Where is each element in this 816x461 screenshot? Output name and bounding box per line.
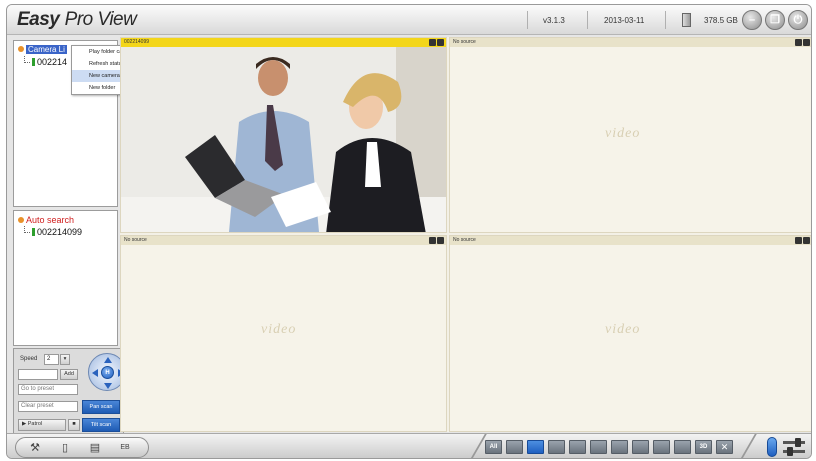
- layout-4-button[interactable]: [527, 440, 544, 454]
- record-icon[interactable]: [795, 237, 802, 244]
- patrol-stop-button[interactable]: ■: [68, 419, 80, 431]
- video-cell-header: No source: [450, 236, 811, 245]
- fullscreen-icon[interactable]: ✕: [716, 440, 733, 454]
- layout-selector: All 3D ✕: [485, 437, 739, 458]
- close-icon[interactable]: [803, 237, 810, 244]
- audio-icon[interactable]: [767, 437, 777, 457]
- camera-list-label[interactable]: Camera Li: [26, 45, 67, 54]
- version-text: v3.1.3: [543, 16, 565, 25]
- close-icon[interactable]: [437, 39, 444, 46]
- video-cell-header: No source: [121, 236, 446, 245]
- playback-icon[interactable]: ▤: [84, 441, 106, 455]
- video-watermark: video: [605, 322, 641, 337]
- layout-16-button[interactable]: [653, 440, 670, 454]
- video-watermark: video: [605, 126, 641, 141]
- separator: [587, 11, 588, 29]
- restore-button[interactable]: ❐: [765, 10, 785, 30]
- video-cell-title: No source: [453, 237, 476, 243]
- patrol-button[interactable]: ▶ Patrol: [18, 419, 66, 431]
- volume-slider-track[interactable]: [783, 441, 805, 444]
- separator: [527, 11, 528, 29]
- video-cell-title: No source: [453, 39, 476, 45]
- app-logo: Easy Pro View: [17, 9, 137, 30]
- tilt-scan-button[interactable]: Tilt scan: [82, 418, 120, 432]
- layout-all-button[interactable]: All: [485, 440, 502, 454]
- goto-preset-select[interactable]: Go to preset: [18, 384, 78, 395]
- date-text: 2013-03-11: [604, 16, 645, 25]
- layout-9-button[interactable]: [590, 440, 607, 454]
- preset-name-input[interactable]: [18, 369, 58, 380]
- video-cell-header: 002214099: [121, 38, 446, 47]
- hard-disk-icon: [682, 13, 691, 27]
- video-cell-3[interactable]: No source video: [120, 235, 447, 432]
- video-grid: 002214099 No source video No source vide…: [120, 37, 811, 432]
- layout-13-button[interactable]: [632, 440, 649, 454]
- bottom-toolbar: ⚒ ▯ ▤ EB All 3D ✕: [7, 433, 811, 458]
- folder-icon: [18, 46, 24, 52]
- power-button[interactable]: ⏻: [788, 10, 808, 30]
- arrow-up-icon[interactable]: [104, 357, 112, 363]
- layout-3d-button[interactable]: 3D: [695, 440, 712, 454]
- home-button[interactable]: H: [101, 366, 114, 379]
- record-icon[interactable]: [795, 39, 802, 46]
- add-preset-button[interactable]: Add: [60, 369, 78, 380]
- close-icon[interactable]: [437, 237, 444, 244]
- settings-tools-icon[interactable]: ⚒: [24, 441, 46, 455]
- auto-search-label[interactable]: Auto search: [26, 215, 74, 225]
- speed-dropdown-button[interactable]: ▾: [60, 354, 70, 365]
- disk-free-text: 378.5 GB: [704, 16, 738, 25]
- volume-slider-handle[interactable]: [795, 438, 801, 447]
- auto-search-root[interactable]: Auto search: [18, 215, 74, 225]
- video-cell-title: 002214099: [124, 39, 150, 45]
- layout-8-button[interactable]: [569, 440, 586, 454]
- camera-feed-image: [121, 47, 446, 232]
- layout-1-button[interactable]: [506, 440, 523, 454]
- pan-scan-button[interactable]: Pan scan: [82, 400, 120, 414]
- arrow-down-icon[interactable]: [104, 383, 112, 389]
- minimize-button[interactable]: –: [742, 10, 762, 30]
- device-icon[interactable]: ▯: [54, 441, 76, 455]
- speed-label: Speed: [20, 356, 38, 362]
- layout-6-button[interactable]: [548, 440, 565, 454]
- auto-search-panel: Auto search 002214099: [13, 210, 118, 346]
- camera-icon: [32, 58, 35, 66]
- video-cell-4[interactable]: No source video: [449, 235, 811, 432]
- close-icon[interactable]: [803, 39, 810, 46]
- ptz-control-panel: Speed 2 ▾ Add Go to preset Clear preset …: [13, 348, 126, 435]
- folder-icon: [18, 217, 24, 223]
- camera-item[interactable]: 002214: [24, 56, 67, 67]
- layout-wide-button[interactable]: [674, 440, 691, 454]
- record-icon[interactable]: [429, 237, 436, 244]
- video-cell-1[interactable]: 002214099: [120, 37, 447, 233]
- arrow-left-icon[interactable]: [92, 369, 98, 377]
- camera-item[interactable]: 002214099: [24, 226, 82, 237]
- mic-slider-handle[interactable]: [787, 447, 793, 456]
- video-cell-title: No source: [124, 237, 147, 243]
- clear-preset-select[interactable]: Clear preset: [18, 401, 78, 412]
- tools-group: ⚒ ▯ ▤ EB: [15, 437, 149, 458]
- camera-icon: [32, 228, 35, 236]
- separator: [665, 11, 666, 29]
- camera-list-root[interactable]: Camera Li: [18, 45, 67, 54]
- speed-select[interactable]: 2: [44, 354, 59, 365]
- record-icon[interactable]: [429, 39, 436, 46]
- video-cell-2[interactable]: No source video: [449, 37, 811, 233]
- top-bar: Easy Pro View v3.1.3 2013-03-11 378.5 GB…: [7, 5, 811, 35]
- video-watermark: video: [261, 322, 297, 337]
- layout-10-button[interactable]: [611, 440, 628, 454]
- video-cell-header: No source: [450, 38, 811, 47]
- event-log-icon[interactable]: EB: [114, 441, 136, 455]
- easy-pro-view-window: Easy Pro View v3.1.3 2013-03-11 378.5 GB…: [6, 4, 812, 459]
